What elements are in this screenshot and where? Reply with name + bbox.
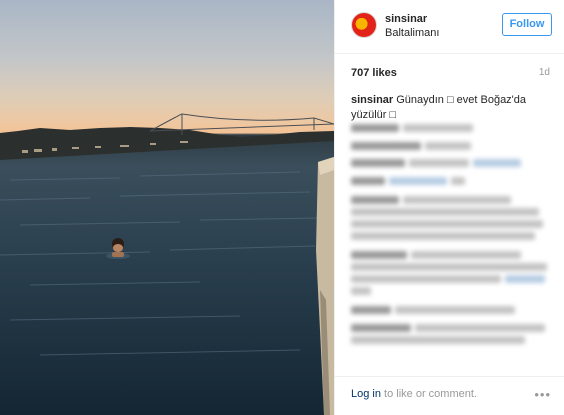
login-link[interactable]: Log in	[351, 388, 381, 400]
login-prompt-text: to like or comment.	[384, 388, 477, 400]
comment-row	[351, 336, 525, 344]
follow-button[interactable]: Follow	[502, 13, 552, 36]
likes-count[interactable]: 707 likes	[351, 67, 397, 79]
comment-row	[351, 220, 543, 228]
photo-scene	[0, 113, 334, 415]
comment-row	[409, 159, 469, 167]
comment-row	[505, 275, 545, 283]
comment-row	[389, 177, 447, 185]
comment-row	[351, 142, 421, 150]
comment-row	[351, 196, 399, 204]
comment-row	[411, 251, 521, 259]
far-shore	[0, 127, 334, 160]
comments-list-blurred	[351, 124, 555, 356]
comment-row	[351, 159, 405, 167]
comment-row	[351, 287, 371, 295]
comment-row	[351, 306, 391, 314]
post-footer: Log in to like or comment. •••	[335, 376, 564, 415]
comment-row	[425, 142, 471, 150]
swimmer	[106, 238, 130, 259]
comment-row	[351, 232, 535, 240]
comment-row	[473, 159, 521, 167]
more-options-icon[interactable]: •••	[534, 387, 551, 402]
comment-row	[415, 324, 545, 332]
comment-row	[351, 324, 411, 332]
comment-row	[351, 263, 547, 271]
comment-row	[403, 124, 473, 132]
post-header: sinsinar Baltalimanı Follow	[335, 0, 564, 54]
comment-row	[351, 275, 501, 283]
post-age[interactable]: 1d	[539, 67, 550, 78]
post-photo[interactable]	[0, 0, 334, 415]
post-username[interactable]: sinsinar	[385, 13, 427, 25]
comment-row	[395, 306, 515, 314]
comment-row	[351, 208, 539, 216]
login-prompt: Log in to like or comment.	[351, 388, 477, 400]
caption-username[interactable]: sinsinar	[351, 94, 393, 106]
comment-row	[351, 124, 399, 132]
comment-row	[451, 177, 465, 185]
avatar[interactable]	[351, 12, 377, 38]
comment-row	[351, 177, 385, 185]
post-caption: sinsinar Günaydın □ evet Boğaz'da yüzülür…	[351, 93, 555, 123]
comment-row	[403, 196, 511, 204]
post-location[interactable]: Baltalimanı	[385, 27, 439, 39]
post-details-panel: sinsinar Baltalimanı Follow 707 likes 1d…	[334, 0, 564, 415]
water-ripples	[0, 171, 321, 356]
comment-row	[351, 251, 407, 259]
